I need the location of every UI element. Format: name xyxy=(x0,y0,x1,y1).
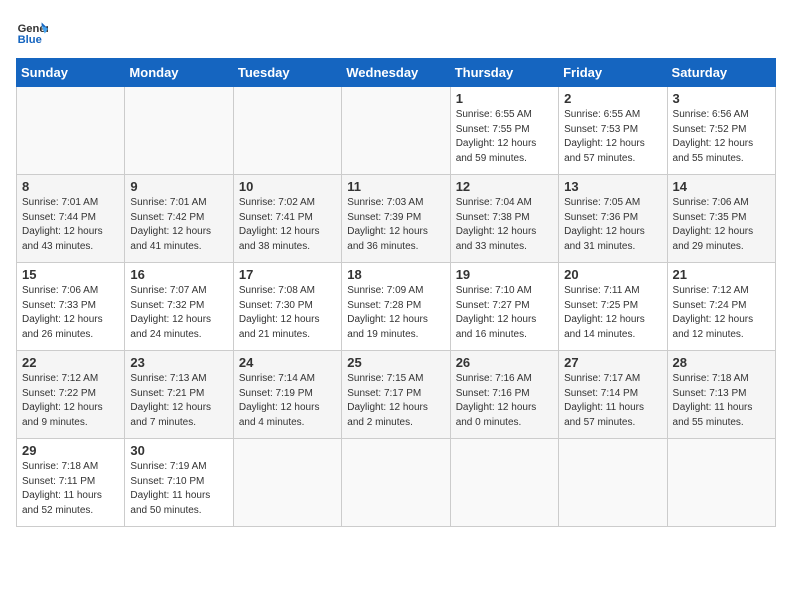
empty-cell xyxy=(450,439,558,527)
day-number: 19 xyxy=(456,267,553,282)
day-number: 18 xyxy=(347,267,444,282)
col-header-saturday: Saturday xyxy=(667,59,775,87)
day-number: 1 xyxy=(456,91,553,106)
day-info: Sunrise: 7:12 AM Sunset: 7:22 PM Dayligh… xyxy=(22,372,119,430)
day-info: Sunrise: 7:17 AM Sunset: 7:14 PM Dayligh… xyxy=(564,372,661,430)
page-header: General Blue xyxy=(16,16,776,48)
day-info: Sunrise: 7:01 AM Sunset: 7:44 PM Dayligh… xyxy=(22,196,119,254)
day-cell-15: 15 Sunrise: 7:06 AM Sunset: 7:33 PM Dayli… xyxy=(17,263,125,351)
day-cell-28: 28 Sunrise: 7:18 AM Sunset: 7:13 PM Dayli… xyxy=(667,351,775,439)
day-cell-19: 19 Sunrise: 7:10 AM Sunset: 7:27 PM Dayli… xyxy=(450,263,558,351)
empty-cell xyxy=(233,439,341,527)
day-info: Sunrise: 7:09 AM Sunset: 7:28 PM Dayligh… xyxy=(347,284,444,342)
day-cell-18: 18 Sunrise: 7:09 AM Sunset: 7:28 PM Dayli… xyxy=(342,263,450,351)
day-cell-9: 9 Sunrise: 7:01 AM Sunset: 7:42 PM Daylig… xyxy=(125,175,233,263)
day-number: 26 xyxy=(456,355,553,370)
day-cell-20: 20 Sunrise: 7:11 AM Sunset: 7:25 PM Dayli… xyxy=(559,263,667,351)
day-number: 8 xyxy=(22,179,119,194)
empty-cell xyxy=(342,87,450,175)
day-number: 17 xyxy=(239,267,336,282)
empty-cell xyxy=(342,439,450,527)
day-number: 9 xyxy=(130,179,227,194)
logo-icon: General Blue xyxy=(16,16,48,48)
day-info: Sunrise: 7:06 AM Sunset: 7:33 PM Dayligh… xyxy=(22,284,119,342)
day-number: 30 xyxy=(130,443,227,458)
day-cell-25: 25 Sunrise: 7:15 AM Sunset: 7:17 PM Dayli… xyxy=(342,351,450,439)
day-cell-10: 10 Sunrise: 7:02 AM Sunset: 7:41 PM Dayli… xyxy=(233,175,341,263)
day-number: 11 xyxy=(347,179,444,194)
day-info: Sunrise: 7:03 AM Sunset: 7:39 PM Dayligh… xyxy=(347,196,444,254)
logo: General Blue xyxy=(16,16,52,48)
day-info: Sunrise: 7:04 AM Sunset: 7:38 PM Dayligh… xyxy=(456,196,553,254)
day-number: 27 xyxy=(564,355,661,370)
empty-cell xyxy=(17,87,125,175)
day-info: Sunrise: 7:15 AM Sunset: 7:17 PM Dayligh… xyxy=(347,372,444,430)
day-number: 29 xyxy=(22,443,119,458)
day-info: Sunrise: 7:13 AM Sunset: 7:21 PM Dayligh… xyxy=(130,372,227,430)
day-number: 23 xyxy=(130,355,227,370)
day-cell-2: 2 Sunrise: 6:55 AM Sunset: 7:53 PM Daylig… xyxy=(559,87,667,175)
empty-cell xyxy=(667,439,775,527)
day-info: Sunrise: 7:16 AM Sunset: 7:16 PM Dayligh… xyxy=(456,372,553,430)
day-number: 25 xyxy=(347,355,444,370)
col-header-monday: Monday xyxy=(125,59,233,87)
day-cell-23: 23 Sunrise: 7:13 AM Sunset: 7:21 PM Dayli… xyxy=(125,351,233,439)
day-cell-8: 8 Sunrise: 7:01 AM Sunset: 7:44 PM Daylig… xyxy=(17,175,125,263)
day-info: Sunrise: 7:18 AM Sunset: 7:11 PM Dayligh… xyxy=(22,460,119,518)
empty-cell xyxy=(233,87,341,175)
day-number: 14 xyxy=(673,179,770,194)
day-cell-22: 22 Sunrise: 7:12 AM Sunset: 7:22 PM Dayli… xyxy=(17,351,125,439)
day-number: 16 xyxy=(130,267,227,282)
calendar-table: SundayMondayTuesdayWednesdayThursdayFrid… xyxy=(16,58,776,527)
day-info: Sunrise: 6:56 AM Sunset: 7:52 PM Dayligh… xyxy=(673,108,770,166)
col-header-sunday: Sunday xyxy=(17,59,125,87)
day-cell-16: 16 Sunrise: 7:07 AM Sunset: 7:32 PM Dayli… xyxy=(125,263,233,351)
day-cell-27: 27 Sunrise: 7:17 AM Sunset: 7:14 PM Dayli… xyxy=(559,351,667,439)
day-cell-30: 30 Sunrise: 7:19 AM Sunset: 7:10 PM Dayli… xyxy=(125,439,233,527)
svg-text:Blue: Blue xyxy=(18,34,42,46)
day-info: Sunrise: 7:18 AM Sunset: 7:13 PM Dayligh… xyxy=(673,372,770,430)
day-info: Sunrise: 7:08 AM Sunset: 7:30 PM Dayligh… xyxy=(239,284,336,342)
day-cell-12: 12 Sunrise: 7:04 AM Sunset: 7:38 PM Dayli… xyxy=(450,175,558,263)
col-header-friday: Friday xyxy=(559,59,667,87)
col-header-wednesday: Wednesday xyxy=(342,59,450,87)
day-number: 13 xyxy=(564,179,661,194)
day-info: Sunrise: 7:19 AM Sunset: 7:10 PM Dayligh… xyxy=(130,460,227,518)
day-info: Sunrise: 6:55 AM Sunset: 7:55 PM Dayligh… xyxy=(456,108,553,166)
col-header-thursday: Thursday xyxy=(450,59,558,87)
day-number: 2 xyxy=(564,91,661,106)
day-cell-3: 3 Sunrise: 6:56 AM Sunset: 7:52 PM Daylig… xyxy=(667,87,775,175)
day-info: Sunrise: 7:14 AM Sunset: 7:19 PM Dayligh… xyxy=(239,372,336,430)
day-cell-17: 17 Sunrise: 7:08 AM Sunset: 7:30 PM Dayli… xyxy=(233,263,341,351)
day-info: Sunrise: 7:02 AM Sunset: 7:41 PM Dayligh… xyxy=(239,196,336,254)
day-number: 28 xyxy=(673,355,770,370)
day-number: 24 xyxy=(239,355,336,370)
day-number: 20 xyxy=(564,267,661,282)
day-number: 12 xyxy=(456,179,553,194)
day-info: Sunrise: 7:11 AM Sunset: 7:25 PM Dayligh… xyxy=(564,284,661,342)
day-info: Sunrise: 7:12 AM Sunset: 7:24 PM Dayligh… xyxy=(673,284,770,342)
day-number: 15 xyxy=(22,267,119,282)
day-cell-11: 11 Sunrise: 7:03 AM Sunset: 7:39 PM Dayli… xyxy=(342,175,450,263)
col-header-tuesday: Tuesday xyxy=(233,59,341,87)
day-info: Sunrise: 7:07 AM Sunset: 7:32 PM Dayligh… xyxy=(130,284,227,342)
empty-cell xyxy=(559,439,667,527)
day-cell-14: 14 Sunrise: 7:06 AM Sunset: 7:35 PM Dayli… xyxy=(667,175,775,263)
day-info: Sunrise: 7:10 AM Sunset: 7:27 PM Dayligh… xyxy=(456,284,553,342)
day-number: 10 xyxy=(239,179,336,194)
day-info: Sunrise: 6:55 AM Sunset: 7:53 PM Dayligh… xyxy=(564,108,661,166)
day-number: 21 xyxy=(673,267,770,282)
day-info: Sunrise: 7:06 AM Sunset: 7:35 PM Dayligh… xyxy=(673,196,770,254)
day-info: Sunrise: 7:01 AM Sunset: 7:42 PM Dayligh… xyxy=(130,196,227,254)
day-number: 22 xyxy=(22,355,119,370)
day-cell-13: 13 Sunrise: 7:05 AM Sunset: 7:36 PM Dayli… xyxy=(559,175,667,263)
day-number: 3 xyxy=(673,91,770,106)
day-cell-29: 29 Sunrise: 7:18 AM Sunset: 7:11 PM Dayli… xyxy=(17,439,125,527)
empty-cell xyxy=(125,87,233,175)
day-cell-1: 1 Sunrise: 6:55 AM Sunset: 7:55 PM Daylig… xyxy=(450,87,558,175)
day-cell-24: 24 Sunrise: 7:14 AM Sunset: 7:19 PM Dayli… xyxy=(233,351,341,439)
day-cell-26: 26 Sunrise: 7:16 AM Sunset: 7:16 PM Dayli… xyxy=(450,351,558,439)
day-cell-21: 21 Sunrise: 7:12 AM Sunset: 7:24 PM Dayli… xyxy=(667,263,775,351)
day-info: Sunrise: 7:05 AM Sunset: 7:36 PM Dayligh… xyxy=(564,196,661,254)
